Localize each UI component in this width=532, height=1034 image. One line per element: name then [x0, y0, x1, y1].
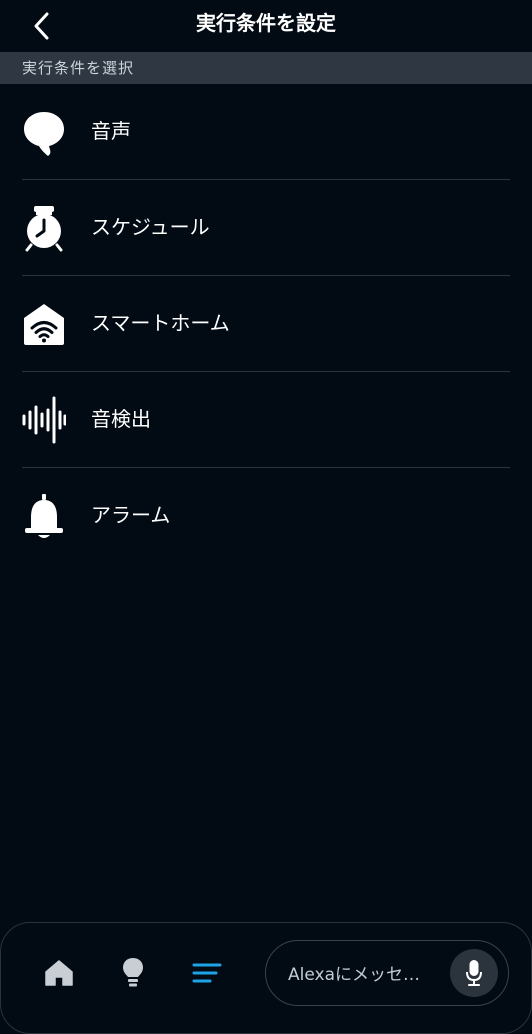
alarm-clock-icon: [22, 204, 66, 252]
trigger-label: アラーム: [91, 503, 171, 527]
trigger-label: 音検出: [91, 407, 151, 431]
trigger-list: 音声 スケジュール スマートホーム 音検出 アラーム: [0, 84, 532, 564]
more-button[interactable]: [185, 951, 229, 995]
bell-icon: [22, 492, 66, 540]
section-title: 実行条件を選択: [22, 59, 135, 77]
trigger-item-sound-detection[interactable]: 音検出: [0, 372, 532, 468]
microphone-button[interactable]: [450, 949, 498, 997]
trigger-item-schedule[interactable]: スケジュール: [0, 180, 532, 276]
smart-home-icon: [22, 300, 66, 348]
section-header: 実行条件を選択: [0, 52, 532, 84]
header: 実行条件を設定: [0, 0, 532, 52]
trigger-label: 音声: [91, 119, 131, 143]
trigger-label: スケジュール: [91, 215, 210, 239]
devices-button[interactable]: [111, 951, 155, 995]
trigger-label: スマートホーム: [91, 311, 230, 335]
sound-wave-icon: [22, 396, 66, 444]
lightbulb-icon: [123, 958, 143, 987]
speech-bubble-icon: [22, 108, 66, 156]
trigger-item-voice[interactable]: 音声: [0, 84, 532, 180]
menu-lines-icon: [192, 963, 222, 983]
bottom-nav: Alexaにメッセ…: [0, 922, 532, 1034]
page-title: 実行条件を設定: [196, 11, 336, 35]
home-icon: [45, 960, 73, 986]
message-placeholder: Alexaにメッセ…: [288, 965, 420, 985]
trigger-item-alarm[interactable]: アラーム: [0, 468, 532, 564]
microphone-icon: [466, 960, 482, 986]
trigger-item-smart-home[interactable]: スマートホーム: [0, 276, 532, 372]
message-input[interactable]: Alexaにメッセ…: [265, 940, 509, 1006]
home-button[interactable]: [37, 951, 81, 995]
